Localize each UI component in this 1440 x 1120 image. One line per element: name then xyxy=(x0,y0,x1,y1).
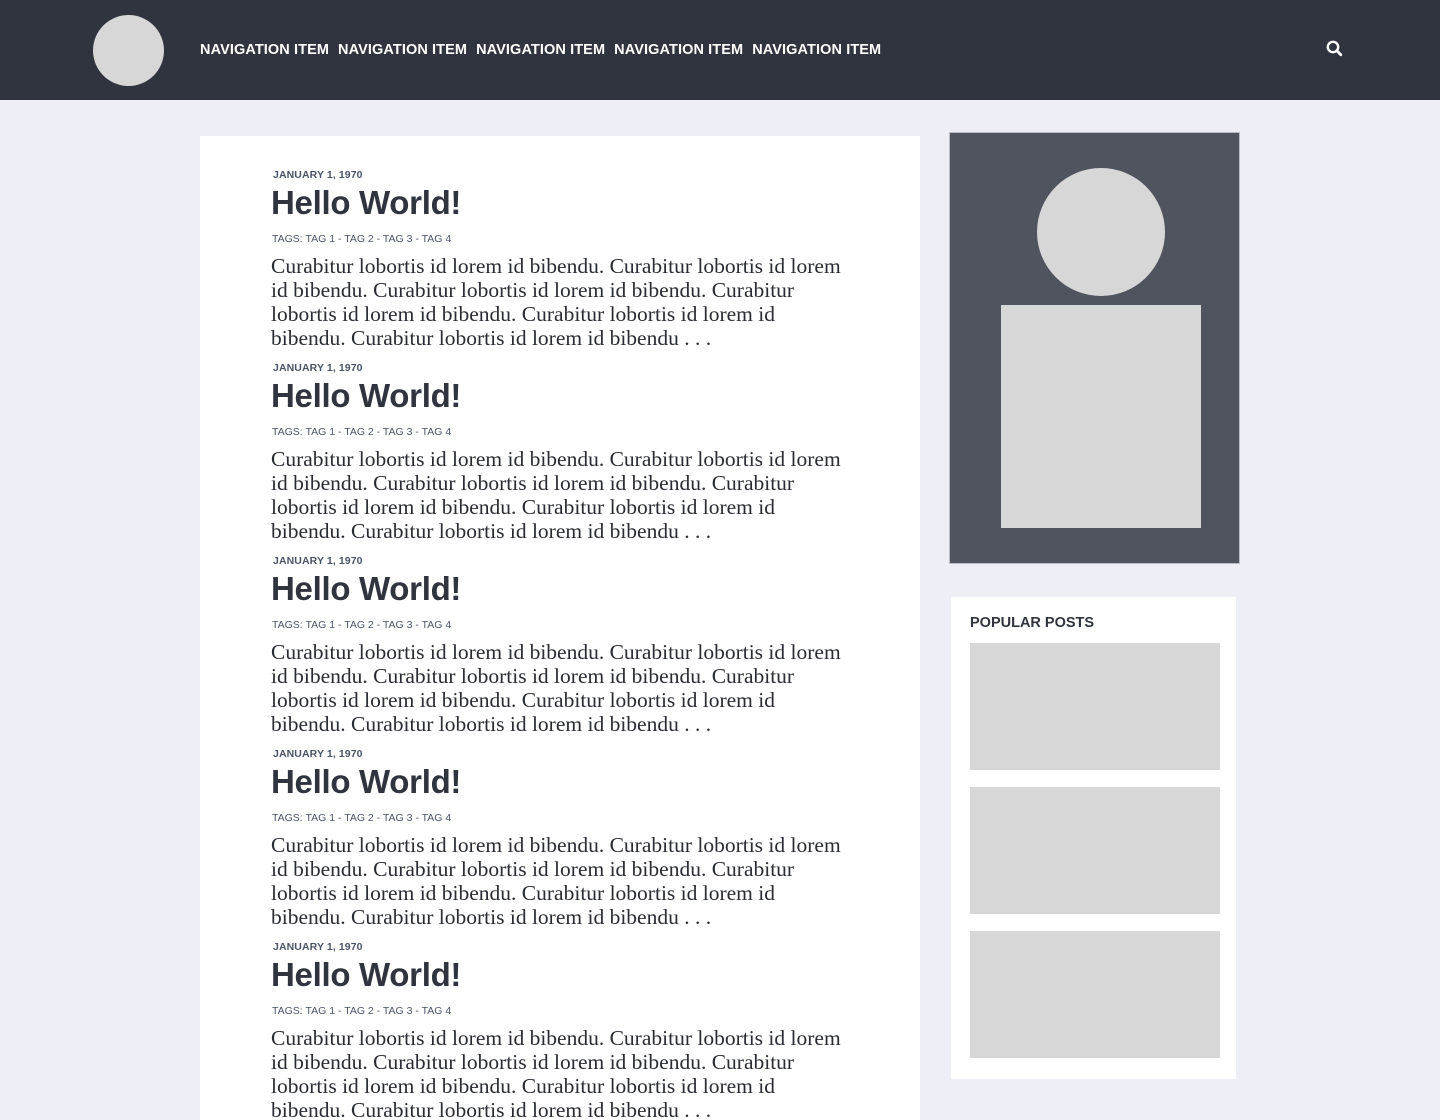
post-tags: TAGS: TAG 1 - TAG 2 - TAG 3 - TAG 4 xyxy=(272,618,451,632)
tag-link[interactable]: TAG 3 xyxy=(383,812,413,824)
popular-post-thumbnail[interactable] xyxy=(970,787,1220,914)
tags-label: TAGS: xyxy=(272,619,303,631)
tag-link[interactable]: TAG 2 xyxy=(344,619,374,631)
search-icon xyxy=(1326,40,1343,57)
nav-item-3[interactable]: NAVIGATION ITEM xyxy=(476,41,605,59)
tag-link[interactable]: TAG 4 xyxy=(422,233,452,245)
post-tags: TAGS: TAG 1 - TAG 2 - TAG 3 - TAG 4 xyxy=(272,1004,451,1018)
tag-link[interactable]: TAG 2 xyxy=(344,812,374,824)
tag-separator: - xyxy=(373,1005,383,1017)
post-tags: TAGS: TAG 1 - TAG 2 - TAG 3 - TAG 4 xyxy=(272,232,451,246)
author-profile-card xyxy=(949,132,1240,564)
post-date: JANUARY 1, 1970 xyxy=(273,941,363,953)
tag-link[interactable]: TAG 3 xyxy=(383,426,413,438)
post-date: JANUARY 1, 1970 xyxy=(273,555,363,567)
site-header: NAVIGATION ITEM NAVIGATION ITEM NAVIGATI… xyxy=(0,0,1440,100)
post-title[interactable]: Hello World! xyxy=(271,182,461,224)
search-button[interactable] xyxy=(1325,39,1345,59)
tag-separator: - xyxy=(412,1005,422,1017)
tag-link[interactable]: TAG 2 xyxy=(344,233,374,245)
tag-separator: - xyxy=(373,812,383,824)
tag-link[interactable]: TAG 1 xyxy=(305,619,335,631)
tag-link[interactable]: TAG 1 xyxy=(305,233,335,245)
nav-item-2[interactable]: NAVIGATION ITEM xyxy=(338,41,467,59)
author-avatar xyxy=(1037,168,1165,296)
post-date: JANUARY 1, 1970 xyxy=(273,362,363,374)
tag-link[interactable]: TAG 4 xyxy=(422,619,452,631)
tag-separator: - xyxy=(412,426,422,438)
post-tags: TAGS: TAG 1 - TAG 2 - TAG 3 - TAG 4 xyxy=(272,811,451,825)
tag-link[interactable]: TAG 3 xyxy=(383,233,413,245)
post-tags: TAGS: TAG 1 - TAG 2 - TAG 3 - TAG 4 xyxy=(272,425,451,439)
post-date: JANUARY 1, 1970 xyxy=(273,169,363,181)
author-bio-placeholder xyxy=(1001,305,1201,528)
tag-link[interactable]: TAG 3 xyxy=(383,1005,413,1017)
tag-separator: - xyxy=(412,233,422,245)
tags-label: TAGS: xyxy=(272,1005,303,1017)
tag-separator: - xyxy=(335,812,345,824)
tag-separator: - xyxy=(373,233,383,245)
nav-item-5[interactable]: NAVIGATION ITEM xyxy=(752,41,881,59)
tag-separator: - xyxy=(335,619,345,631)
tag-separator: - xyxy=(335,233,345,245)
post-excerpt: Curabitur lobortis id lorem id bibendu. … xyxy=(271,1026,841,1120)
tags-label: TAGS: xyxy=(272,812,303,824)
tag-link[interactable]: TAG 4 xyxy=(422,812,452,824)
post-excerpt: Curabitur lobortis id lorem id bibendu. … xyxy=(271,640,841,736)
tag-link[interactable]: TAG 2 xyxy=(344,426,374,438)
tag-link[interactable]: TAG 4 xyxy=(422,426,452,438)
tag-link[interactable]: TAG 1 xyxy=(305,812,335,824)
tag-separator: - xyxy=(335,426,345,438)
tag-link[interactable]: TAG 3 xyxy=(383,619,413,631)
post-date: JANUARY 1, 1970 xyxy=(273,748,363,760)
main-navigation: NAVIGATION ITEM NAVIGATION ITEM NAVIGATI… xyxy=(200,41,890,59)
tag-separator: - xyxy=(412,619,422,631)
tag-separator: - xyxy=(412,812,422,824)
popular-posts-heading: POPULAR POSTS xyxy=(970,615,1095,631)
nav-item-4[interactable]: NAVIGATION ITEM xyxy=(614,41,743,59)
post-list: JANUARY 1, 1970 Hello World! TAGS: TAG 1… xyxy=(200,136,920,1120)
post-title[interactable]: Hello World! xyxy=(271,568,461,610)
tag-link[interactable]: TAG 2 xyxy=(344,1005,374,1017)
site-logo[interactable] xyxy=(93,15,164,86)
post-title[interactable]: Hello World! xyxy=(271,954,461,996)
nav-item-1[interactable]: NAVIGATION ITEM xyxy=(200,41,329,59)
popular-post-thumbnail[interactable] xyxy=(970,931,1220,1058)
post-excerpt: Curabitur lobortis id lorem id bibendu. … xyxy=(271,447,841,543)
post-title[interactable]: Hello World! xyxy=(271,761,461,803)
tag-separator: - xyxy=(373,619,383,631)
post-title[interactable]: Hello World! xyxy=(271,375,461,417)
tag-separator: - xyxy=(335,1005,345,1017)
tags-label: TAGS: xyxy=(272,426,303,438)
tag-link[interactable]: TAG 4 xyxy=(422,1005,452,1017)
tag-link[interactable]: TAG 1 xyxy=(305,426,335,438)
popular-post-thumbnail[interactable] xyxy=(970,643,1220,770)
post-excerpt: Curabitur lobortis id lorem id bibendu. … xyxy=(271,254,841,350)
tag-separator: - xyxy=(373,426,383,438)
popular-posts-widget: POPULAR POSTS xyxy=(951,597,1236,1079)
tag-link[interactable]: TAG 1 xyxy=(305,1005,335,1017)
tags-label: TAGS: xyxy=(272,233,303,245)
post-excerpt: Curabitur lobortis id lorem id bibendu. … xyxy=(271,833,841,929)
